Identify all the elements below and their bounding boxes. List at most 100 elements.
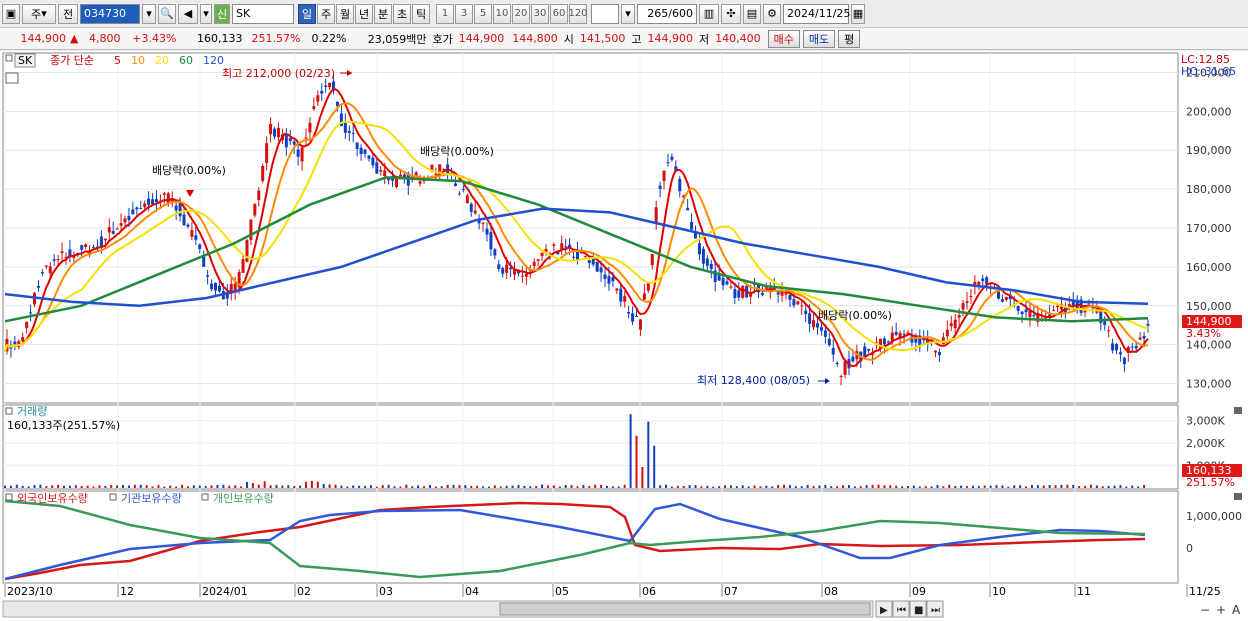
candle-body	[269, 123, 273, 135]
candle-body	[1107, 330, 1111, 332]
table-icon[interactable]	[5, 72, 19, 84]
volume-bar	[1019, 485, 1022, 488]
sell-button[interactable]: 매도	[802, 29, 836, 48]
interval-tab-120[interactable]: 120	[568, 3, 588, 24]
volume-bar	[535, 486, 538, 488]
candle-body	[469, 203, 473, 212]
search-icon[interactable]: 🔍	[158, 3, 176, 24]
count-max: /600	[668, 7, 693, 20]
count-field[interactable]: 265/600	[637, 3, 697, 24]
volume-bar	[452, 484, 455, 488]
volume-bar	[1143, 484, 1146, 488]
chart-area[interactable]: 210,000 200,000 190,000 180,000 170,000 160,0…	[0, 51, 1248, 621]
interval-tab-10[interactable]: 10	[493, 3, 511, 24]
volume-bar	[836, 486, 839, 488]
holding-legend: 외국인보유수량 기관보유수량 개인보유수량	[5, 492, 274, 505]
candle-body	[666, 162, 670, 164]
volume-close-icon[interactable]	[1234, 407, 1242, 414]
scrollbar-thumb[interactable]	[499, 602, 871, 616]
volume-bar	[895, 485, 898, 488]
candle-body	[359, 147, 363, 154]
candle-body	[44, 265, 48, 267]
candle-body	[831, 347, 835, 355]
interval-tab-30[interactable]: 30	[531, 3, 549, 24]
candle-body	[957, 315, 961, 318]
candle-body	[863, 346, 867, 357]
gear-icon[interactable]: ⚙	[763, 3, 781, 24]
candle-body	[949, 323, 953, 327]
candle-body	[536, 259, 540, 261]
interval-dropdown-icon[interactable]: ▾	[621, 3, 635, 24]
period-tab-0[interactable]: 일	[298, 3, 316, 24]
period-tab-5[interactable]: 초	[393, 3, 411, 24]
candle-body	[367, 155, 371, 159]
candle-body	[1138, 337, 1142, 340]
date-field[interactable]: 2024/11/25	[783, 3, 850, 24]
candle-body	[705, 258, 709, 266]
volume-bar	[1025, 486, 1028, 488]
period-tab-2[interactable]: 월	[336, 3, 354, 24]
candle-body	[383, 170, 387, 177]
crosshair-icon[interactable]: ✣	[721, 3, 741, 24]
interval-tab-3[interactable]: 3	[455, 3, 473, 24]
volume-bar	[104, 486, 107, 488]
volume-bar	[653, 445, 656, 488]
save-icon[interactable]: ▤	[743, 3, 761, 24]
volume-title: 거래량	[17, 405, 47, 418]
volume-bar	[995, 485, 998, 488]
low-price: 140,400	[715, 32, 761, 45]
candle-body	[760, 293, 764, 296]
buy-button[interactable]: 매수	[767, 29, 800, 48]
volume-bar	[865, 485, 868, 488]
candle-type-icon[interactable]: ▥	[699, 3, 719, 24]
chart-canvas[interactable]: 210,000200,000190,000180,000170,000160,0…	[0, 51, 1248, 621]
candle-body	[729, 286, 733, 288]
interval-tab-20[interactable]: 20	[512, 3, 530, 24]
volume-bar	[68, 485, 71, 488]
volume-bar	[9, 485, 12, 488]
volume-bar	[381, 485, 384, 488]
legend-ma-120: 120	[203, 54, 224, 67]
stock-name-field[interactable]: SK	[232, 3, 294, 24]
interval-custom-input[interactable]	[591, 3, 619, 24]
volume-bar	[765, 485, 768, 488]
prev-button[interactable]: 전	[58, 3, 78, 24]
new-badge: 신	[214, 3, 230, 24]
volume-axis-label: 3,000K	[1186, 415, 1225, 428]
volume-bar	[800, 486, 803, 488]
interval-tab-5[interactable]: 5	[474, 3, 492, 24]
stock-code-input[interactable]: 034730	[80, 3, 140, 24]
volume-bar	[127, 485, 130, 488]
period-tab-4[interactable]: 분	[374, 3, 392, 24]
hoga-ask: 144,900	[458, 32, 505, 45]
volume-bar	[641, 466, 644, 488]
candle-body	[257, 190, 261, 201]
type-select[interactable]: 주 ▾	[22, 3, 56, 24]
candle-body	[996, 291, 1000, 299]
calendar-icon[interactable]: ▦	[851, 3, 865, 24]
candle-body	[981, 278, 985, 281]
volume-bar	[906, 486, 909, 488]
window-icon[interactable]: ▣	[2, 3, 20, 24]
volume-bar	[694, 485, 697, 488]
volume-bar	[1078, 486, 1081, 488]
volume-bar	[122, 485, 125, 488]
volume-bar	[169, 485, 172, 488]
period-tab-3[interactable]: 년	[355, 3, 373, 24]
interval-tab-60[interactable]: 60	[550, 3, 568, 24]
candle-body	[823, 330, 827, 337]
code-dropdown-icon[interactable]: ▾	[142, 3, 156, 24]
volume-bar	[747, 486, 750, 488]
eval-button[interactable]: 평	[838, 29, 861, 48]
period-tab-1[interactable]: 주	[317, 3, 335, 24]
candle-body	[595, 261, 599, 272]
candle-body	[658, 185, 662, 189]
volume-bar	[665, 484, 668, 488]
period-tab-6[interactable]: 틱	[412, 3, 430, 24]
volume-bar	[600, 484, 603, 488]
interval-tab-1[interactable]: 1	[436, 3, 454, 24]
holding-close-icon[interactable]	[1234, 493, 1242, 500]
speaker-dropdown-icon[interactable]: ▾	[200, 3, 212, 24]
volume-value: 160,133주(251.57%)	[7, 419, 120, 432]
speaker-icon[interactable]: ◀	[178, 3, 198, 24]
